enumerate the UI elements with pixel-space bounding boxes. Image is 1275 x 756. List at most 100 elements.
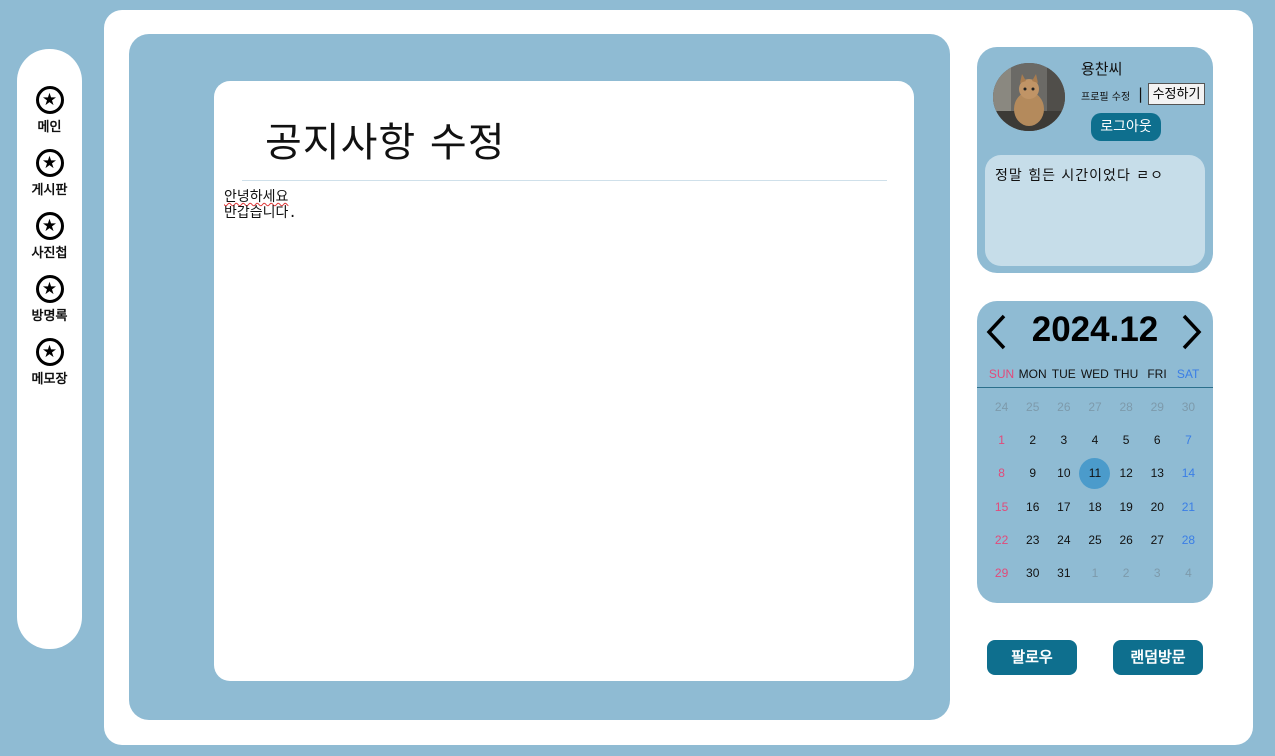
calendar-day-number: 2 — [1122, 566, 1130, 581]
nav-item-board[interactable]: ★ 게시판 — [17, 149, 82, 198]
calendar-day-number: 3 — [1060, 432, 1068, 447]
calendar-day[interactable]: 23 — [1017, 523, 1048, 556]
calendar-day[interactable]: 16 — [1017, 490, 1048, 523]
calendar-day-number: 16 — [1026, 499, 1040, 514]
calendar-day-number: 29 — [994, 566, 1009, 581]
calendar-day-number: 9 — [1029, 466, 1037, 481]
calendar-day[interactable]: 4 — [1079, 423, 1110, 456]
weekday-label: WED — [1080, 367, 1109, 381]
calendar-day-number: 23 — [1026, 532, 1040, 547]
calendar-day-number: 25 — [1026, 399, 1040, 414]
notice-content-editor[interactable]: 안녕하세요 반갑습니다. — [224, 189, 894, 221]
calendar-day-number: 11 — [1088, 466, 1102, 481]
calendar-day[interactable]: 7 — [1173, 423, 1204, 456]
editor-paper — [214, 81, 914, 681]
calendar-day[interactable]: 25 — [1079, 523, 1110, 556]
calendar-day[interactable]: 5 — [1111, 423, 1142, 456]
calendar-day[interactable]: 26 — [1048, 390, 1079, 423]
avatar — [993, 63, 1065, 131]
calendar-day-number: 17 — [1057, 499, 1071, 514]
calendar-day[interactable]: 14 — [1173, 457, 1204, 490]
calendar-day-number: 1 — [1091, 566, 1099, 581]
calendar-day[interactable]: 27 — [1079, 390, 1110, 423]
star-icon: ★ — [35, 86, 64, 114]
calendar-day[interactable]: 31 — [1048, 556, 1079, 589]
calendar-day-number: 27 — [1150, 532, 1164, 547]
calendar-day[interactable]: 21 — [1173, 490, 1204, 523]
title-divider — [242, 180, 887, 181]
calendar-weekdays: SUN MON TUE WED THU FRI SAT — [986, 367, 1204, 381]
calendar-day[interactable]: 18 — [1079, 490, 1110, 523]
nav-item-memo[interactable]: ★ 메모장 — [17, 338, 82, 387]
chevron-left-icon[interactable] — [984, 312, 1008, 352]
calendar-day-number: 5 — [1122, 432, 1130, 447]
calendar-divider — [977, 387, 1213, 388]
calendar-day[interactable]: 30 — [1173, 390, 1204, 423]
calendar-day-number: 31 — [1057, 566, 1071, 581]
calendar-day-number: 19 — [1119, 499, 1133, 514]
status-message: 정말 힘든 시간이었다 ㄹㅇ — [985, 155, 1205, 266]
weekday-label: FRI — [1147, 367, 1167, 381]
calendar-day-number: 26 — [1119, 532, 1133, 547]
follow-button[interactable]: 팔로우 — [987, 640, 1077, 675]
calendar-day[interactable]: 15 — [986, 490, 1017, 523]
calendar-day[interactable]: 17 — [1048, 490, 1079, 523]
calendar-day[interactable]: 28 — [1173, 523, 1204, 556]
calendar-day-number: 1 — [998, 432, 1005, 447]
content-line: 반갑습니다. — [224, 205, 297, 221]
calendar-day[interactable]: 19 — [1111, 490, 1142, 523]
content-line: 안녕하세요 — [224, 189, 289, 205]
calendar-day-number: 6 — [1153, 432, 1161, 447]
calendar-day-number: 25 — [1088, 532, 1102, 547]
nav-item-label: 메모장 — [31, 372, 68, 387]
calendar-day[interactable]: 20 — [1142, 490, 1173, 523]
calendar-day[interactable]: 27 — [1142, 523, 1173, 556]
calendar-day[interactable]: 26 — [1111, 523, 1142, 556]
calendar-day[interactable]: 1 — [986, 423, 1017, 456]
calendar-day[interactable]: 8 — [986, 457, 1017, 490]
calendar-day[interactable]: 6 — [1142, 423, 1173, 456]
calendar-day[interactable]: 9 — [1017, 457, 1048, 490]
edit-profile-button[interactable]: 수정하기 — [1148, 83, 1205, 105]
calendar-day[interactable]: 28 — [1111, 390, 1142, 423]
profile-edit-label: 프로필 수정 — [1081, 92, 1131, 103]
calendar-day[interactable]: 4 — [1173, 556, 1204, 589]
calendar-day[interactable]: 3 — [1142, 556, 1173, 589]
calendar-day-number: 3 — [1153, 566, 1161, 581]
calendar-day[interactable]: 25 — [1017, 390, 1048, 423]
calendar-day[interactable]: 30 — [1017, 556, 1048, 589]
calendar-day[interactable]: 24 — [1048, 523, 1079, 556]
weekday-label: THU — [1113, 367, 1139, 381]
calendar-day[interactable]: 11 — [1079, 457, 1111, 490]
logout-button[interactable]: 로그아웃 — [1091, 113, 1161, 141]
calendar-day-number: 28 — [1181, 532, 1196, 547]
star-icon: ★ — [35, 149, 64, 177]
calendar-day-number: 8 — [998, 466, 1005, 481]
calendar-day[interactable]: 24 — [986, 390, 1017, 423]
nav-item-photos[interactable]: ★ 사진첩 — [17, 212, 82, 261]
calendar-day-number: 13 — [1150, 466, 1164, 481]
nav-item-main[interactable]: ★ 메인 — [17, 86, 82, 135]
calendar-day[interactable]: 3 — [1048, 423, 1079, 456]
chevron-right-icon[interactable] — [1180, 312, 1204, 352]
calendar-day-number: 2 — [1029, 432, 1037, 447]
nav-item-guestbook[interactable]: ★ 방명록 — [17, 275, 82, 324]
weekday-label: SAT — [1176, 367, 1200, 381]
calendar-day[interactable]: 13 — [1142, 457, 1173, 490]
calendar-day[interactable]: 1 — [1079, 556, 1110, 589]
random-visit-button[interactable]: 랜덤방문 — [1113, 640, 1203, 675]
nav-item-label: 사진첩 — [31, 246, 68, 261]
page-title: 공지사항 수정 — [265, 120, 506, 166]
calendar-day[interactable]: 29 — [1142, 390, 1173, 423]
calendar-day[interactable]: 12 — [1111, 457, 1142, 490]
calendar-day-number: 24 — [1057, 532, 1071, 547]
calendar-day[interactable]: 10 — [1048, 457, 1079, 490]
calendar-day[interactable]: 29 — [986, 556, 1017, 589]
weekday-label: SUN — [988, 367, 1015, 381]
calendar-day-number: 7 — [1185, 432, 1192, 447]
calendar-day[interactable]: 2 — [1111, 556, 1142, 589]
calendar-day-number: 30 — [1181, 399, 1196, 414]
calendar-day[interactable]: 2 — [1017, 423, 1048, 456]
calendar-day[interactable]: 22 — [986, 523, 1017, 556]
calendar-day-number: 28 — [1119, 399, 1133, 414]
